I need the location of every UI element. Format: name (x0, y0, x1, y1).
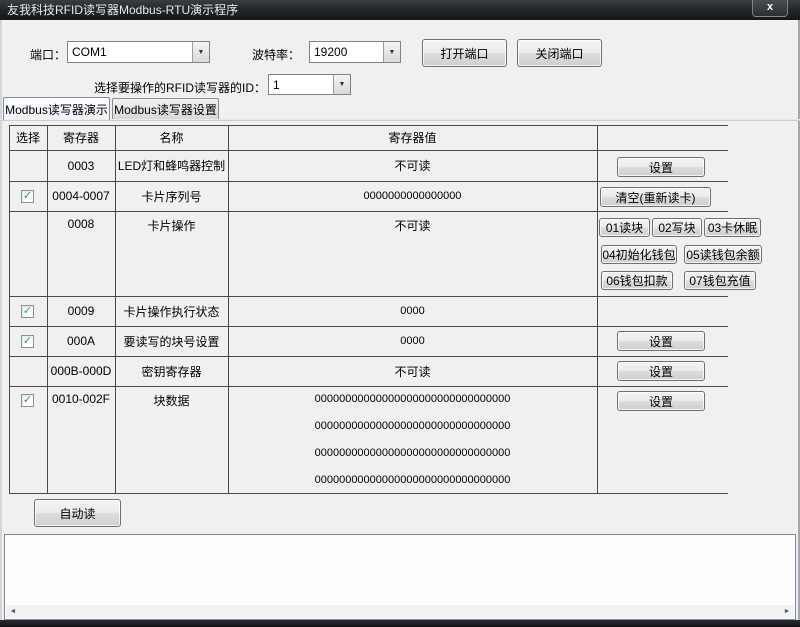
tab-page-edge (0, 119, 800, 120)
button-label: 05读钱包余额 (686, 246, 759, 263)
app-window: 友我科技RFID读写器Modbus-RTU演示程序 x 端口： COM1 ▼ 波… (0, 0, 800, 627)
baud-select[interactable]: 19200 ▼ (309, 41, 401, 63)
tab-label: Modbus读写器演示 (5, 101, 108, 118)
value-cell: 00000000000000000000000000000000 0000000… (228, 386, 597, 493)
name-cell: 卡片操作 (115, 211, 228, 296)
card-halt-button[interactable]: 03卡休眠 (704, 218, 761, 237)
close-port-button[interactable]: 关闭端口 (517, 39, 602, 67)
auto-read-button[interactable]: 自动读 (34, 499, 121, 527)
baud-label: 波特率： (252, 46, 300, 63)
set-button-000B[interactable]: 设置 (617, 361, 705, 381)
name-cell: 密钥寄存器 (115, 356, 228, 386)
checkbox-0004-0007[interactable]: ✓ (21, 190, 34, 203)
horizontal-scrollbar[interactable]: ◄ ► (6, 605, 794, 618)
button-label: 自动读 (59, 505, 95, 522)
tab-label: Modbus读写器设置 (114, 101, 217, 118)
window-title: 友我科技RFID读写器Modbus-RTU演示程序 (7, 3, 238, 17)
set-button-0003[interactable]: 设置 (617, 157, 705, 177)
read-block-button[interactable]: 01读块 (599, 218, 650, 237)
scroll-right-icon[interactable]: ► (780, 605, 794, 618)
value-cell: 不可读 (228, 150, 597, 181)
block-data-line: 00000000000000000000000000000000 (315, 386, 511, 413)
name-cell: 块数据 (115, 386, 228, 493)
port-label: 端口： (30, 46, 66, 63)
register-cell: 0010-002F (47, 386, 115, 493)
close-button[interactable]: x (752, 0, 788, 17)
value-cell: 不可读 (228, 211, 597, 296)
baud-select-value: 19200 (310, 45, 383, 59)
tab-modbus-settings[interactable]: Modbus读写器设置 (112, 98, 219, 119)
name-cell: 卡片序列号 (115, 181, 228, 211)
button-label: 03卡休眠 (708, 219, 757, 236)
value-cell: 不可读 (228, 356, 597, 386)
set-button-000A[interactable]: 设置 (617, 331, 705, 351)
write-block-button[interactable]: 02写块 (652, 218, 702, 237)
name-cell: 卡片操作执行状态 (115, 296, 228, 326)
table-gridline (597, 125, 598, 493)
chevron-down-icon[interactable]: ▼ (333, 75, 350, 94)
name-cell: LED灯和蜂鸣器控制 (115, 150, 228, 181)
column-header-value: 寄存器值 (228, 125, 597, 150)
button-label: 07钱包充值 (689, 272, 750, 289)
open-port-button[interactable]: 打开端口 (422, 39, 507, 67)
chevron-down-icon[interactable]: ▼ (192, 42, 209, 62)
check-icon: ✓ (23, 191, 32, 202)
window-border-left (0, 20, 2, 620)
button-label: 06钱包扣款 (606, 272, 667, 289)
button-label: 02写块 (658, 219, 695, 236)
column-header-name: 名称 (115, 125, 228, 150)
close-port-label: 关闭端口 (535, 45, 583, 62)
column-header-select: 选择 (9, 125, 47, 150)
button-label: 04初始化钱包 (602, 246, 675, 263)
button-label: 清空(重新读卡) (616, 189, 696, 206)
value-cell: 0000000000000000 (228, 181, 597, 211)
port-select-value: COM1 (68, 45, 192, 59)
check-icon: ✓ (23, 336, 32, 347)
block-data-line: 00000000000000000000000000000000 (315, 413, 511, 440)
scroll-left-icon[interactable]: ◄ (6, 605, 20, 618)
value-cell: 0000 (228, 296, 597, 326)
value-cell: 0000 (228, 326, 597, 356)
read-wallet-balance-button[interactable]: 05读钱包余额 (684, 245, 762, 264)
table-gridline (9, 125, 10, 493)
set-button-0010[interactable]: 设置 (617, 391, 705, 411)
chevron-down-icon[interactable]: ▼ (383, 42, 400, 62)
open-port-label: 打开端口 (440, 45, 488, 62)
init-wallet-button[interactable]: 04初始化钱包 (601, 245, 677, 264)
button-label: 设置 (649, 333, 673, 350)
register-cell: 0009 (47, 296, 115, 326)
register-cell: 0003 (47, 150, 115, 181)
checkbox-000A[interactable]: ✓ (21, 335, 34, 348)
check-icon: ✓ (23, 306, 32, 317)
checkbox-0009[interactable]: ✓ (21, 305, 34, 318)
block-data-line: 00000000000000000000000000000000 (315, 440, 511, 467)
clear-reread-button[interactable]: 清空(重新读卡) (600, 187, 711, 207)
checkbox-0010-002F[interactable]: ✓ (21, 394, 34, 407)
title-bar: 友我科技RFID读写器Modbus-RTU演示程序 x (0, 0, 800, 20)
button-label: 设置 (649, 393, 673, 410)
close-icon: x (767, 1, 773, 13)
wallet-recharge-button[interactable]: 07钱包充值 (684, 271, 756, 290)
reader-id-label: 选择要操作的RFID读写器的ID： (60, 79, 266, 96)
log-listbox[interactable]: ◄ ► (4, 534, 796, 620)
register-cell: 000B-000D (47, 356, 115, 386)
wallet-debit-button[interactable]: 06钱包扣款 (601, 271, 673, 290)
reader-id-select[interactable]: 1 ▼ (268, 74, 351, 95)
button-label: 设置 (649, 159, 673, 176)
check-icon: ✓ (23, 395, 32, 406)
register-cell: 000A (47, 326, 115, 356)
register-cell: 0004-0007 (47, 181, 115, 211)
reader-id-select-value: 1 (269, 78, 333, 92)
register-cell: 0008 (47, 211, 115, 296)
tab-modbus-demo[interactable]: Modbus读写器演示 (3, 97, 110, 120)
button-label: 01读块 (606, 219, 643, 236)
name-cell: 要读写的块号设置 (115, 326, 228, 356)
button-label: 设置 (649, 363, 673, 380)
column-header-register: 寄存器 (47, 125, 115, 150)
port-select[interactable]: COM1 ▼ (67, 41, 210, 63)
window-bottom-border (0, 620, 800, 627)
block-data-line: 00000000000000000000000000000000 (315, 467, 511, 494)
